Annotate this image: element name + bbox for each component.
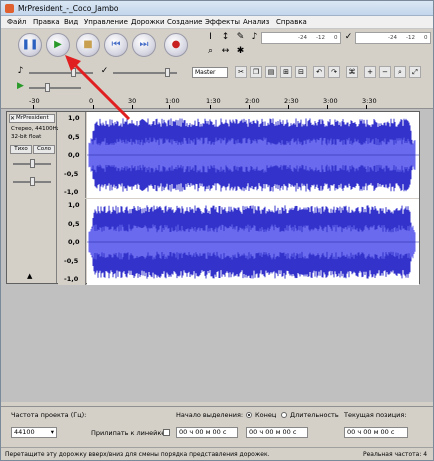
annotation-arrow <box>65 55 131 121</box>
audacity-window: MrPresident_-_Coco_Jambo Файл Правка Вид… <box>0 0 434 461</box>
